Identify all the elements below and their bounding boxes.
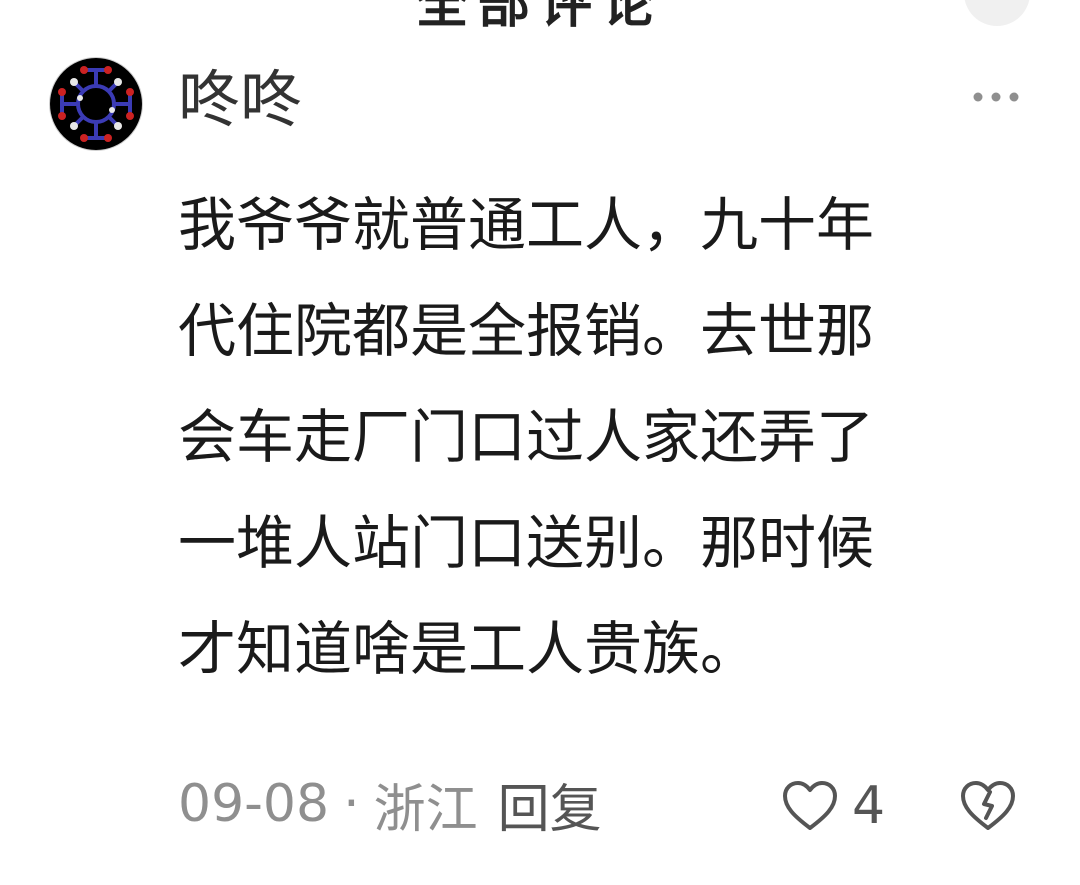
comment-text: 我爷爷就普通工人，九十年 代住院都是全报销。去世那 会车走厂门口过人家还弄了 一… [178, 172, 1028, 702]
comment-date: 09-08 [178, 774, 330, 834]
heart-outline-icon [783, 781, 837, 830]
username[interactable]: 咚咚 [178, 64, 302, 136]
broken-heart-icon[interactable] [958, 776, 1018, 836]
comment-line: 我爷爷就普通工人，九十年 [178, 191, 875, 259]
comment-line: 一堆人站门口送别。那时候 [178, 509, 875, 577]
avatar[interactable] [50, 58, 142, 150]
comment-line: 才知道啥是工人贵族。 [178, 615, 759, 683]
molecule-avatar-icon [50, 58, 142, 150]
more-horizontal-icon[interactable] [966, 82, 1026, 112]
comment-line: 会车走厂门口过人家还弄了 [178, 403, 875, 471]
reply-button[interactable]: 回复 [498, 767, 602, 842]
comment-line: 代住院都是全报销。去世那 [178, 297, 875, 365]
like-button[interactable]: 4 [780, 770, 885, 842]
comment-meta: 09-08 · 浙江 回复 [178, 768, 602, 840]
comment-location: 浙江 [373, 779, 478, 840]
meta-separator: · [343, 774, 360, 834]
page-title: 全部评论 [415, 0, 664, 35]
like-count: 4 [852, 776, 886, 836]
